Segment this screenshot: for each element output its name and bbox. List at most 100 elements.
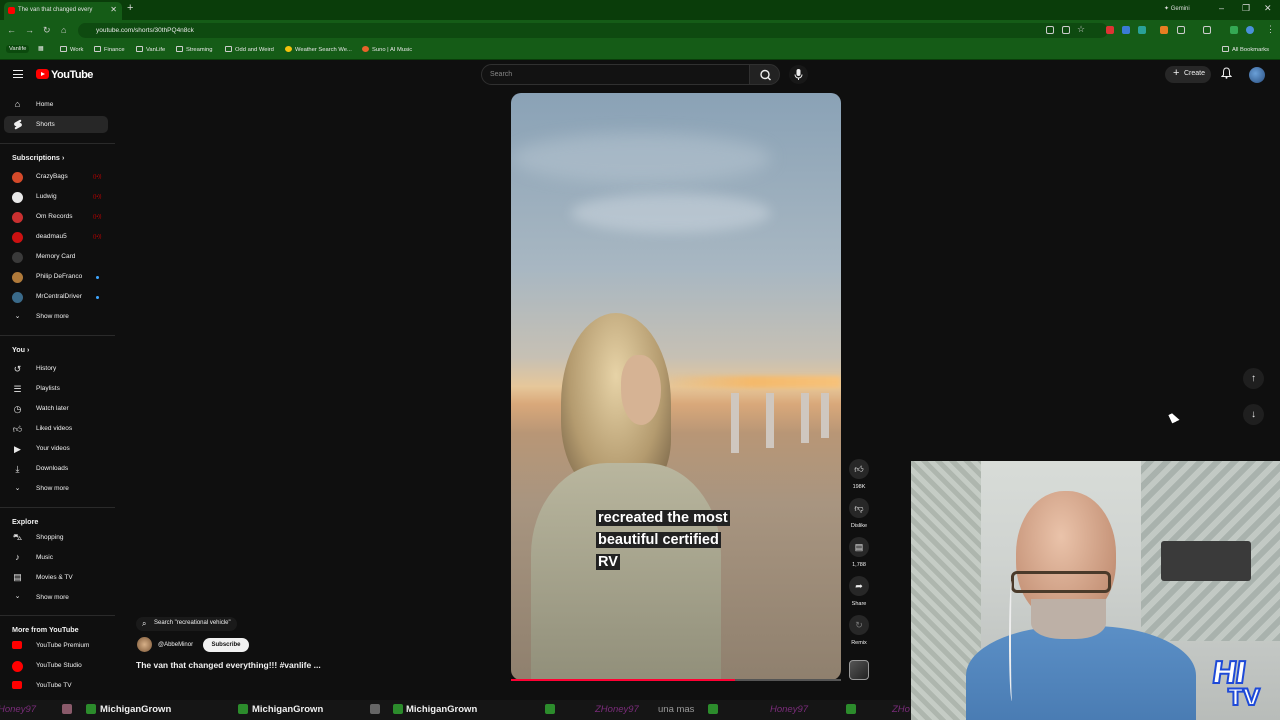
explore-heading: Explore bbox=[12, 517, 39, 526]
divider bbox=[0, 615, 115, 616]
video-title[interactable]: The van that changed everything!!! #vanl… bbox=[136, 660, 321, 670]
youtube-logo-text[interactable]: YouTube bbox=[51, 69, 93, 81]
show-more-subscriptions[interactable]: Show more bbox=[36, 313, 69, 320]
sidebar-item-youtube-studio[interactable]: YouTube Studio bbox=[36, 662, 82, 669]
dislike-button[interactable]: 👎︎ bbox=[849, 498, 869, 518]
download-icon[interactable] bbox=[1230, 26, 1238, 34]
bookmark-vanlife-folder[interactable]: VanLife bbox=[136, 46, 165, 53]
minimize-icon[interactable]: – bbox=[1219, 3, 1224, 13]
comment-icon: ▤ bbox=[854, 542, 864, 552]
sidebar-item-history[interactable]: History bbox=[36, 365, 56, 372]
bookmark-finance[interactable]: Finance bbox=[94, 46, 125, 53]
forward-icon[interactable]: → bbox=[25, 25, 34, 35]
browser-tab[interactable]: The van that changed every ✕ bbox=[4, 2, 122, 20]
new-tab-icon[interactable]: + bbox=[127, 2, 133, 14]
youtube-logo-icon[interactable] bbox=[36, 69, 49, 79]
channel-avatar[interactable] bbox=[137, 637, 152, 652]
search-input[interactable]: Search bbox=[481, 64, 750, 85]
hamburger-menu-icon[interactable] bbox=[13, 70, 23, 78]
sidebar-item-music[interactable]: Music bbox=[36, 554, 53, 561]
sidebar-item-youtube-tv[interactable]: YouTube TV bbox=[36, 682, 72, 689]
bookmark-streaming[interactable]: Streaming bbox=[176, 46, 212, 53]
chevron-right-icon: › bbox=[27, 347, 30, 354]
gemini-button[interactable]: ✦ Gemini bbox=[1164, 5, 1190, 12]
bookmark-weather[interactable]: Weather Search We... bbox=[285, 46, 352, 53]
video-frame bbox=[721, 393, 831, 453]
extension-blue-icon[interactable] bbox=[1122, 26, 1130, 34]
all-bookmarks[interactable]: All Bookmarks bbox=[1222, 46, 1269, 53]
browser-menu-icon[interactable]: ⋮ bbox=[1266, 24, 1275, 35]
sidebar-item-memory-card[interactable]: Memory Card bbox=[36, 253, 75, 260]
like-button[interactable]: 👍︎ bbox=[849, 459, 869, 479]
sidebar-item-shopping[interactable]: Shopping bbox=[36, 534, 63, 541]
hide-icon[interactable] bbox=[1062, 26, 1070, 34]
video-frame bbox=[511, 133, 771, 183]
share-button[interactable]: ➦ bbox=[849, 576, 869, 596]
you-heading-label: You bbox=[12, 345, 26, 354]
sidebar-item-home[interactable]: Home bbox=[36, 101, 53, 108]
profile-icon[interactable] bbox=[1246, 26, 1254, 34]
url-input[interactable]: youtube.com/shorts/30thPQ4n8ck bbox=[78, 23, 1108, 38]
bookmark-odd-weird[interactable]: Odd and Weird bbox=[225, 46, 274, 53]
restore-icon[interactable]: ❐ bbox=[1242, 3, 1250, 14]
folder-icon bbox=[60, 46, 67, 52]
extensions-puzzle-icon[interactable] bbox=[1177, 26, 1185, 34]
video-progress-bar[interactable] bbox=[511, 679, 841, 681]
next-short-button[interactable]: ↓ bbox=[1243, 404, 1264, 425]
sidebar-item-youtube-premium[interactable]: YouTube Premium bbox=[36, 642, 89, 649]
extension-red-icon[interactable] bbox=[1106, 26, 1114, 34]
sidebar-item-deadmau5[interactable]: deadmau5 bbox=[36, 233, 67, 240]
channel-name[interactable]: @AbbeMinor bbox=[158, 642, 193, 648]
create-button[interactable]: + Create bbox=[1165, 66, 1211, 83]
remix-button[interactable]: ↻ bbox=[849, 615, 869, 635]
you-heading[interactable]: You › bbox=[12, 345, 29, 354]
bookmark-vanlife[interactable]: Vanlife bbox=[6, 45, 30, 53]
sidebar-item-ludwig[interactable]: Ludwig bbox=[36, 193, 57, 200]
install-icon[interactable] bbox=[1046, 26, 1054, 34]
previous-short-button[interactable]: ↑ bbox=[1243, 368, 1264, 389]
notifications-bell-icon[interactable] bbox=[1220, 67, 1233, 82]
sidebar-item-liked-videos[interactable]: Liked videos bbox=[36, 425, 72, 432]
sound-thumbnail[interactable] bbox=[849, 660, 869, 680]
show-more-explore[interactable]: Show more bbox=[36, 594, 69, 601]
home-browser-icon[interactable]: ⌂ bbox=[61, 25, 66, 35]
sidebar-item-watch-later[interactable]: Watch later bbox=[36, 405, 69, 412]
reload-icon[interactable]: ↻ bbox=[43, 25, 51, 36]
thumbs-up-icon: 👍︎ bbox=[854, 464, 864, 474]
subscribe-button[interactable]: Subscribe bbox=[203, 638, 249, 652]
apps-icon[interactable]: ▦ bbox=[38, 46, 43, 52]
show-more-you[interactable]: Show more bbox=[36, 485, 69, 492]
comments-button[interactable]: ▤ bbox=[849, 537, 869, 557]
divider bbox=[0, 143, 115, 144]
bookmark-star-icon[interactable]: ☆ bbox=[1077, 24, 1085, 35]
close-window-icon[interactable]: ✕ bbox=[1264, 3, 1272, 14]
sidebar-item-crazybags[interactable]: CrazyBags bbox=[36, 173, 68, 180]
short-video-player[interactable] bbox=[511, 93, 841, 680]
sidebar-item-downloads[interactable]: Downloads bbox=[36, 465, 68, 472]
sidebar-item-mrcentraldriver[interactable]: MrCentralDriver bbox=[36, 293, 82, 300]
sidebar-item-om-records[interactable]: Om Records bbox=[36, 213, 72, 220]
avatar bbox=[12, 212, 23, 223]
search-icon: ⌕ bbox=[142, 619, 147, 628]
sidebar-item-philip-defranco[interactable]: Philip DeFranco bbox=[36, 273, 82, 280]
bookmark-suno[interactable]: Suno | AI Music bbox=[362, 46, 412, 53]
search-button[interactable] bbox=[749, 64, 780, 85]
extension-orange-icon[interactable] bbox=[1160, 26, 1168, 34]
sidebar-toggle-icon[interactable] bbox=[1203, 26, 1211, 34]
extension-teal-icon[interactable] bbox=[1138, 26, 1146, 34]
remix-label: Remix bbox=[851, 640, 867, 646]
emote-icon bbox=[62, 704, 72, 714]
bookmark-work[interactable]: Work bbox=[60, 46, 83, 53]
sidebar-item-shorts[interactable]: Shorts bbox=[36, 121, 55, 128]
sidebar-item-playlists[interactable]: Playlists bbox=[36, 385, 60, 392]
avatar bbox=[12, 232, 23, 243]
sidebar-item-your-videos[interactable]: Your videos bbox=[36, 445, 70, 452]
back-icon[interactable]: ← bbox=[7, 25, 16, 35]
playlists-icon: ☰ bbox=[13, 384, 22, 394]
close-tab-icon[interactable]: ✕ bbox=[110, 5, 117, 14]
voice-search-button[interactable] bbox=[789, 65, 808, 84]
sidebar-item-movies-tv[interactable]: Movies & TV bbox=[36, 574, 73, 581]
account-avatar[interactable] bbox=[1249, 67, 1265, 83]
search-suggestion-chip[interactable]: ⌕ Search "recreational vehicle" bbox=[136, 617, 237, 631]
subscriptions-heading[interactable]: Subscriptions › bbox=[12, 153, 64, 162]
